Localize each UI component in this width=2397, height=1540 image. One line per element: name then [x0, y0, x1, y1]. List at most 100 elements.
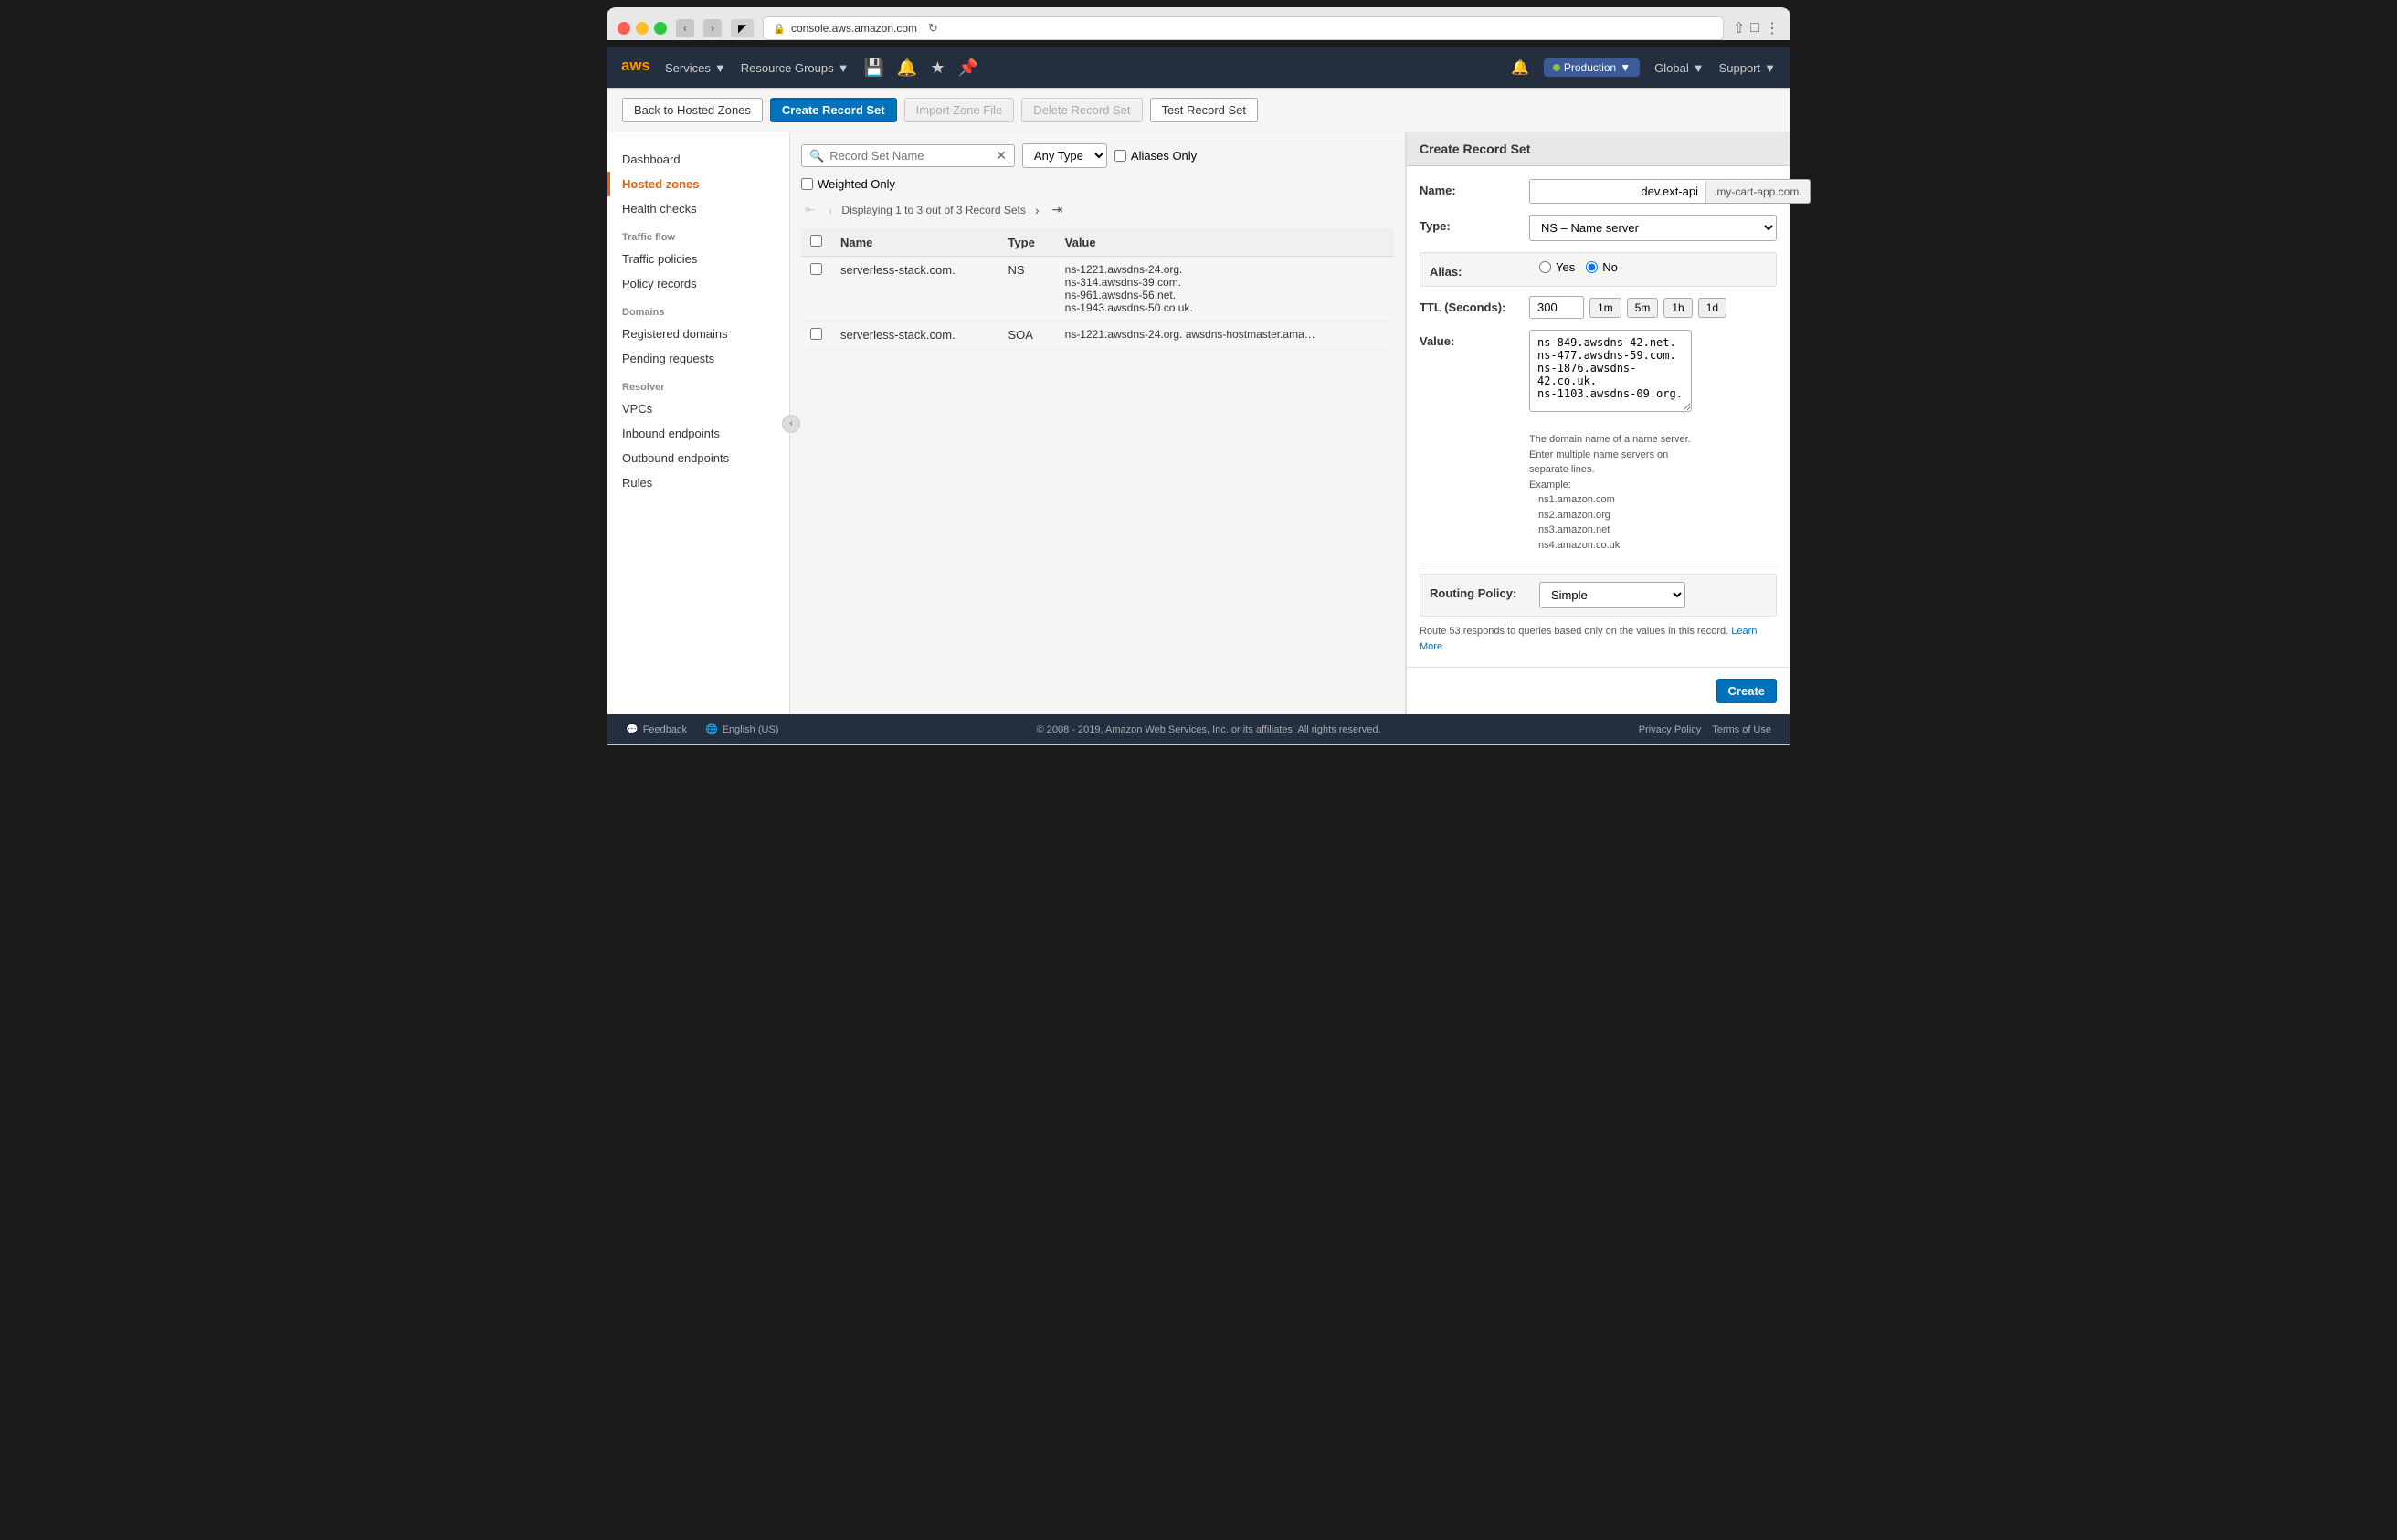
star-icon[interactable]: ★: [930, 58, 945, 78]
sidebar-item-outbound-endpoints[interactable]: Outbound endpoints: [607, 446, 789, 470]
alias-yes-radio[interactable]: [1539, 261, 1551, 273]
minimize-button[interactable]: [636, 22, 649, 35]
resource-groups-chevron-icon: ▼: [838, 61, 850, 75]
create-button[interactable]: Create: [1716, 679, 1777, 703]
resource-groups-menu[interactable]: Resource Groups ▼: [741, 61, 850, 75]
routing-label: Routing Policy:: [1430, 582, 1530, 600]
sidebar-section-traffic: Traffic flow: [607, 221, 789, 247]
pin-icon[interactable]: 📌: [957, 58, 977, 78]
close-button[interactable]: [618, 22, 630, 35]
address-bar[interactable]: 🔒 console.aws.amazon.com ↻: [763, 16, 1724, 40]
type-dropdown[interactable]: NS – Name server: [1529, 215, 1777, 241]
sidebar: ‹ Dashboard Hosted zones Health checks T…: [607, 132, 790, 714]
create-record-set-button[interactable]: Create Record Set: [770, 98, 897, 122]
sidebar-item-inbound-endpoints[interactable]: Inbound endpoints: [607, 421, 789, 446]
global-chevron-icon: ▼: [1693, 61, 1705, 75]
select-all-checkbox[interactable]: [810, 235, 822, 247]
row-name-1: serverless-stack.com.: [831, 257, 998, 322]
copyright-text: © 2008 - 2019, Amazon Web Services, Inc.…: [797, 724, 1620, 735]
search-input[interactable]: [829, 149, 990, 163]
feedback-button[interactable]: 💬 Feedback: [626, 723, 687, 735]
table-row[interactable]: serverless-stack.com. SOA ns-1221.awsdns…: [801, 322, 1394, 350]
sidebar-item-rules[interactable]: Rules: [607, 470, 789, 495]
tab-view-button[interactable]: ◤: [731, 19, 754, 37]
environment-selector[interactable]: Production ▼: [1544, 58, 1640, 77]
support-menu[interactable]: Support ▼: [1719, 61, 1776, 75]
type-field-row: Type: NS – Name server: [1420, 215, 1777, 241]
ttl-5m-button[interactable]: 5m: [1627, 298, 1659, 318]
prev-page-button[interactable]: ‹: [825, 201, 837, 219]
value-label: Value:: [1420, 330, 1520, 415]
global-menu[interactable]: Global ▼: [1654, 61, 1704, 75]
url-text: console.aws.amazon.com: [791, 22, 917, 35]
weighted-only-input[interactable]: [801, 178, 813, 190]
env-status-dot: [1553, 64, 1560, 71]
maximize-button[interactable]: [654, 22, 667, 35]
ttl-1h-button[interactable]: 1h: [1663, 298, 1692, 318]
last-page-button[interactable]: ⇥: [1049, 200, 1067, 219]
value-textarea[interactable]: ns-849.awsdns-42.net. ns-477.awsdns-59.c…: [1529, 330, 1692, 412]
routing-select[interactable]: Simple: [1539, 582, 1685, 608]
name-input-group: .my-cart-app.com.: [1529, 179, 1811, 204]
notification-icon[interactable]: 🔔: [1511, 58, 1529, 77]
next-page-button[interactable]: ›: [1031, 201, 1043, 219]
new-tab-button[interactable]: □: [1750, 19, 1759, 37]
import-zone-file-button: Import Zone File: [904, 98, 1015, 122]
row-value-2: ns-1221.awsdns-24.org. awsdns-hostmaster…: [1056, 322, 1394, 350]
back-nav-button[interactable]: ‹: [676, 19, 694, 37]
alias-label: Alias:: [1430, 260, 1530, 279]
search-box[interactable]: 🔍 ✕: [801, 144, 1015, 167]
pagination-text: Displaying 1 to 3 out of 3 Record Sets: [841, 204, 1025, 216]
row-type-1: NS: [998, 257, 1055, 322]
alias-field-row: Alias: Yes No: [1420, 252, 1777, 287]
alias-no-option[interactable]: No: [1586, 260, 1618, 274]
weighted-filter: Weighted Only: [801, 177, 1394, 191]
sidebar-item-traffic-policies[interactable]: Traffic policies: [607, 247, 789, 271]
back-to-hosted-zones-button[interactable]: Back to Hosted Zones: [622, 98, 763, 122]
share-button[interactable]: ⇧: [1733, 19, 1745, 37]
sidebar-item-hosted-zones[interactable]: Hosted zones: [607, 172, 789, 196]
alias-yes-option[interactable]: Yes: [1539, 260, 1575, 274]
page-footer: 💬 Feedback 🌐 English (US) © 2008 - 2019,…: [607, 714, 1790, 744]
alias-no-radio[interactable]: [1586, 261, 1598, 273]
create-record-set-panel: Create Record Set Name: .my-cart-app.com…: [1406, 132, 1790, 714]
ttl-1d-button[interactable]: 1d: [1698, 298, 1726, 318]
terms-link[interactable]: Terms of Use: [1712, 724, 1771, 735]
sidebar-item-dashboard[interactable]: Dashboard: [607, 147, 789, 172]
col-name: Name: [831, 228, 998, 257]
row-checkbox-2[interactable]: [810, 328, 822, 340]
name-suffix: .my-cart-app.com.: [1705, 181, 1810, 203]
name-input[interactable]: [1530, 180, 1705, 203]
weighted-only-checkbox[interactable]: Weighted Only: [801, 177, 895, 191]
first-page-button[interactable]: ⇤: [801, 200, 819, 219]
services-menu[interactable]: Services ▼: [665, 61, 726, 75]
sidebar-item-pending-requests[interactable]: Pending requests: [607, 346, 789, 371]
test-record-set-button[interactable]: Test Record Set: [1150, 98, 1259, 122]
sidebar-collapse-button[interactable]: ‹: [782, 415, 800, 433]
search-clear-icon[interactable]: ✕: [996, 148, 1007, 163]
forward-nav-button[interactable]: ›: [703, 19, 722, 37]
bell-icon[interactable]: 🔔: [897, 58, 917, 78]
table-row[interactable]: serverless-stack.com. NS ns-1221.awsdns-…: [801, 257, 1394, 322]
aliases-only-checkbox[interactable]: Aliases Only: [1114, 149, 1197, 163]
routing-field-row: Routing Policy: Simple: [1420, 574, 1777, 617]
aliases-only-input[interactable]: [1114, 150, 1126, 162]
browser-actions: ⇧ □ ⋮: [1733, 19, 1779, 37]
sidebar-item-health-checks[interactable]: Health checks: [607, 196, 789, 221]
delete-record-set-button: Delete Record Set: [1021, 98, 1142, 122]
database-icon[interactable]: 💾: [864, 58, 884, 78]
lock-icon: 🔒: [773, 23, 786, 35]
sidebar-item-registered-domains[interactable]: Registered domains: [607, 322, 789, 346]
ttl-input[interactable]: [1529, 296, 1584, 319]
reload-button[interactable]: ↻: [928, 21, 938, 36]
privacy-link[interactable]: Privacy Policy: [1639, 724, 1701, 735]
sidebar-item-policy-records[interactable]: Policy records: [607, 271, 789, 296]
name-input-container: .my-cart-app.com.: [1529, 179, 1811, 204]
ttl-1m-button[interactable]: 1m: [1589, 298, 1621, 318]
menu-button[interactable]: ⋮: [1765, 19, 1779, 37]
language-selector[interactable]: 🌐 English (US): [705, 723, 778, 735]
type-filter-select[interactable]: Any Type: [1022, 143, 1107, 168]
value-field-row: Value: ns-849.awsdns-42.net. ns-477.awsd…: [1420, 330, 1777, 553]
sidebar-item-vpcs[interactable]: VPCs: [607, 396, 789, 421]
row-checkbox-1[interactable]: [810, 263, 822, 275]
